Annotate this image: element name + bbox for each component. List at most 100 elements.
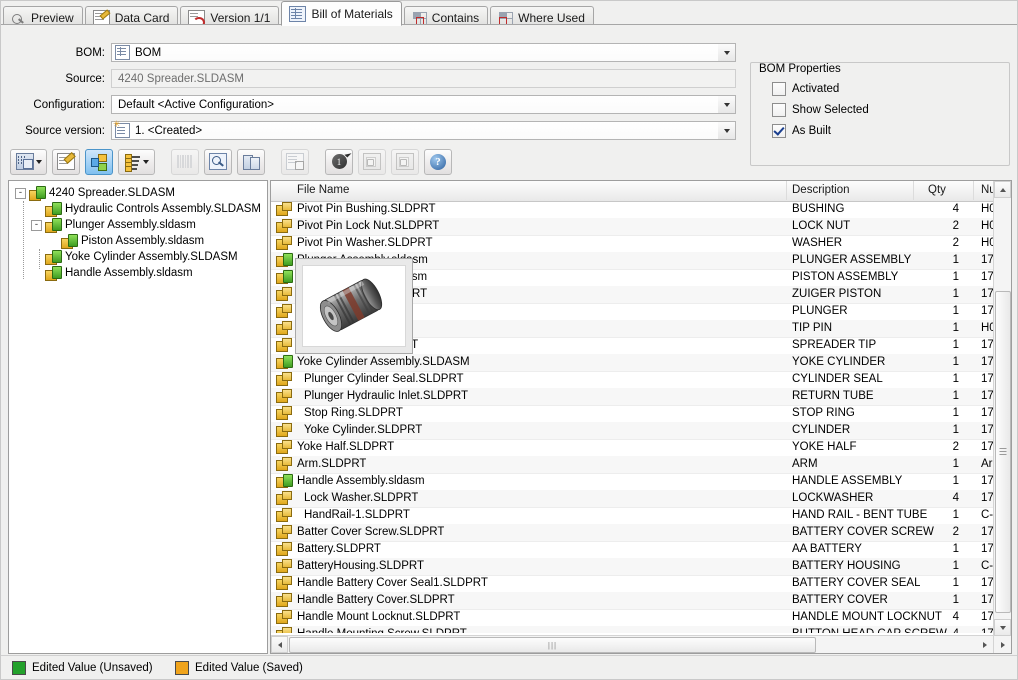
table-vertical-scrollbar[interactable] [993,181,1011,653]
collapse-toggle-icon[interactable]: - [31,219,42,231]
tab-bill-of-materials[interactable]: Bill of Materials [281,1,402,26]
table-horizontal-scrollbar[interactable]: ||| [271,635,993,653]
cell-qty: 4 [952,203,959,215]
help-button[interactable]: ? [424,148,452,175]
assembly-icon [276,474,293,488]
tree-node[interactable]: Hydraulic Controls Assembly.SLDASM [31,201,261,217]
table-row[interactable]: Plunger Cylinder Seal.SLDPRT CYLINDER SEA… [271,371,993,389]
table-row[interactable]: Lock Washer.SLDPRT LOCKWASHER 4 170.012.818… [271,490,993,508]
column-bar [182,155,184,168]
chevron-down-icon[interactable] [35,159,42,164]
tree-node[interactable]: Piston Assembly.sldasm [47,233,204,249]
cell-description: BATTERY COVER SCREW [792,526,934,538]
table-row[interactable]: Yoke Half.SLDPRTYOKE HALF2170.012.654Def… [271,439,993,457]
checkbox-unchecked-icon[interactable] [772,82,786,96]
checkbox-unchecked-icon[interactable] [772,103,786,117]
bom-select[interactable]: BOM [111,43,736,62]
configuration-select-arrow[interactable] [718,96,735,113]
assembly-tree-panel[interactable]: - 4240 Spreader.SLDASM Hydraulic Controls … [8,180,268,654]
cell-number: C-02197 [981,560,993,572]
part-top-glyph [282,423,292,432]
part-top-glyph [282,440,292,449]
part-top-glyph [282,321,292,330]
tree-node-label: Piston Assembly.sldasm [81,235,205,247]
table-row[interactable]: Handle Battery Cover.SLDPRT BATTERY COVER… [271,592,993,610]
table-row[interactable]: BatteryHousing.SLDPRT BATTERY HOUSING 1 C-0… [271,558,993,576]
table-row[interactable]: Yoke Cylinder.SLDPRT CYLINDER 1 170.012.777… [271,422,993,440]
find-button[interactable] [204,148,232,175]
save-bom-button[interactable] [10,148,47,175]
scroll-left-button[interactable] [271,636,288,653]
grip-line [999,451,1007,452]
tree-node[interactable]: - 4240 Spreader.SLDASM [15,185,175,201]
source-version-select[interactable]: 1. <Created> [111,119,736,140]
scroll-up-button[interactable] [994,181,1011,198]
table-row[interactable]: Handle Assembly.sldasm HANDLE ASSEMBLY 1 17… [271,473,993,491]
column-bar [187,155,189,168]
table-row[interactable]: Handle Battery Cover Seal1.SLDPRT BATTERY… [271,575,993,593]
table-row[interactable]: HandRail-1.SLDPRT HAND RAIL - BENT TUBE 1 C… [271,507,993,525]
table-row[interactable]: Battery.SLDPRTAA BATTERY1170.012.103Defa… [271,541,993,559]
source-field-row: Source: 4240 Spreader.SLDASM [0,69,745,88]
tree-node[interactable]: Handle Assembly.sldasm [31,265,193,281]
table-row[interactable]: Batter Cover Screw.SLDPRT BATTERY COVER S… [271,524,993,542]
table-row[interactable]: Arm.SLDPRTARM1ArmDefault [271,456,993,474]
column-bar [179,155,182,168]
assembly-icon [45,250,62,265]
part-icon [276,338,292,352]
cell-file-name: Handle Mount Locknut.SLDPRT [297,611,461,623]
chevron-down-icon[interactable] [142,159,149,164]
tree-node[interactable]: Yoke Cylinder Assembly.SLDASM [31,249,238,265]
part-icon [276,542,292,556]
table-row[interactable]: Pivot Pin Bushing.SLDPRT BUSHING 4 H02-035-… [271,201,993,219]
tree-node[interactable]: - Plunger Assembly.sldasm [31,217,196,233]
cell-description: ZUIGER PISTON [792,288,882,300]
table-row[interactable]: Pivot Pin Washer.SLDPRT WASHER 2 H02-035-21… [271,235,993,253]
show-level-button[interactable]: 1 [325,148,353,175]
part-icon [276,219,292,233]
column-header-qty[interactable]: Qty [926,181,974,200]
compare-button[interactable] [237,148,265,175]
bom-property-activated[interactable]: Activated [772,82,839,96]
table-row[interactable]: Pivot Pin Lock Nut.SLDPRT LOCK NUT 2 H02-03… [271,218,993,236]
cell-file-name: Plunger Cylinder Seal.SLDPRT [304,373,464,385]
tree-view-button[interactable] [85,148,113,175]
part-top-glyph [282,304,292,313]
scroll-down-button[interactable] [994,619,1011,636]
horizontal-scroll-thumb[interactable]: ||| [289,637,816,653]
scroll-corner[interactable] [994,636,1011,653]
table-row[interactable]: Plunger Hydraulic Inlet.SLDPRT RETURN TUB… [271,388,993,406]
column-header-file-name[interactable]: File Name [292,181,787,200]
table-row[interactable]: Handle Mount Locknut.SLDPRT HANDLE MOUNT … [271,609,993,627]
part-icon [276,576,292,590]
cell-qty: 1 [952,594,959,606]
level-one-arrow-icon: 1 [331,154,347,169]
cell-description: BATTERY HOUSING [792,560,901,572]
bom-select-arrow[interactable] [718,44,735,61]
cell-description: AA BATTERY [792,543,862,555]
scroll-right-button[interactable] [976,636,993,653]
grip-line [999,448,1007,449]
column-header-description[interactable]: Description [787,181,914,200]
collapse-toggle-icon[interactable]: - [15,187,26,199]
table-row[interactable]: Yoke Cylinder Assembly.SLDASM YOKE CYLIND… [271,354,993,372]
table-row[interactable]: Stop Ring.SLDPRTSTOP RING1170.012.755Def… [271,405,993,423]
configuration-select[interactable]: Default <Active Configuration> [111,95,736,114]
bom-property-as-built[interactable]: As Built [772,124,831,138]
bom-property-show-selected[interactable]: Show Selected [772,103,869,117]
table-row[interactable]: Handle Mounting Screw.SLDPRTBUTTON HEAD … [271,626,993,633]
indented-list-button[interactable] [118,148,155,175]
list-line [131,156,140,158]
list-line [131,164,138,166]
cell-number: H02-035-542 [981,322,993,334]
assembly-marker-glyph [68,234,78,247]
bom-field-row: BOM: BOM [0,43,745,62]
checkbox-checked-icon[interactable] [772,124,786,138]
cell-qty: 1 [952,373,959,385]
part-icon [276,440,292,454]
tab-label: Version 1/1 [210,10,271,25]
vertical-scroll-thumb[interactable] [995,291,1011,613]
source-version-select-arrow[interactable] [718,122,735,139]
cell-number: 170.012.702 [981,577,993,589]
edit-bom-button[interactable] [52,148,80,175]
